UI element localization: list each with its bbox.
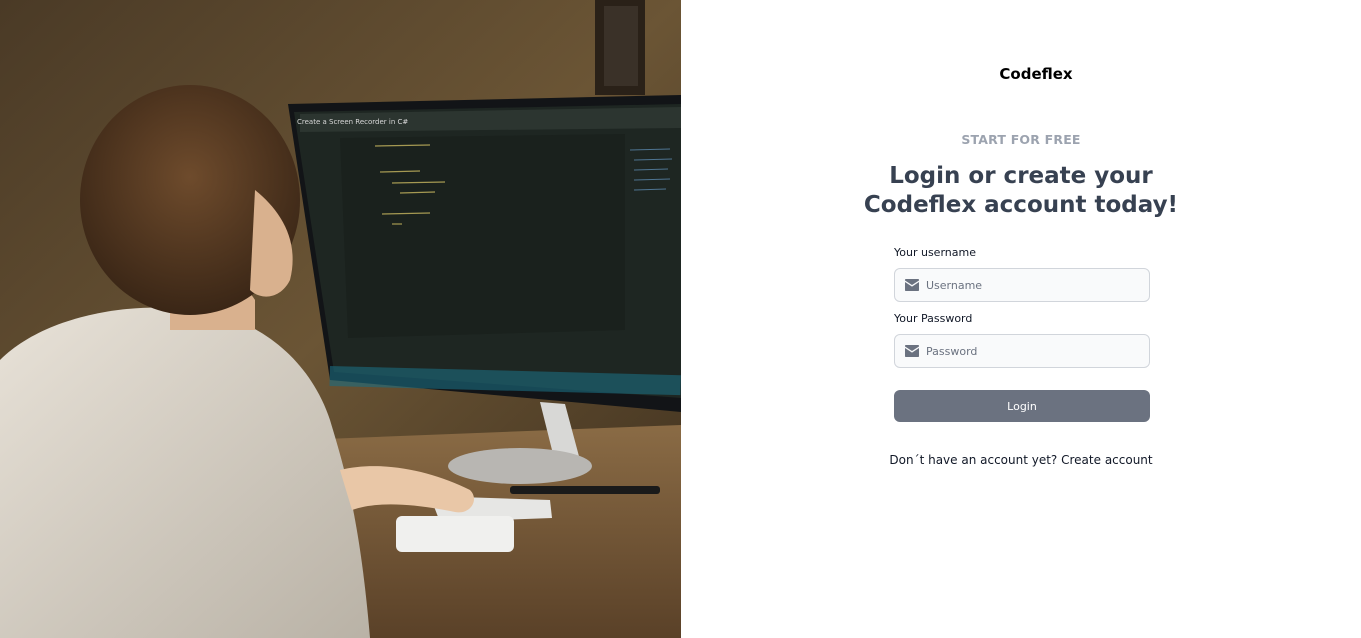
signup-prompt: Don´t have an account yet? Create accoun… xyxy=(681,453,1361,467)
password-label: Your Password xyxy=(894,312,973,325)
password-field[interactable] xyxy=(894,334,1150,368)
signup-prompt-text: Don´t have an account yet? xyxy=(889,453,1058,467)
password-input[interactable] xyxy=(926,335,1146,367)
page-title: Login or create your Codeflex account to… xyxy=(681,162,1361,220)
envelope-icon xyxy=(905,345,919,357)
username-field[interactable] xyxy=(894,268,1150,302)
username-input[interactable] xyxy=(926,269,1146,301)
login-button[interactable]: Login xyxy=(894,390,1150,422)
username-label: Your username xyxy=(894,246,976,259)
envelope-icon xyxy=(905,279,919,291)
hero-image: Create a Screen Recorder in C# xyxy=(0,0,681,638)
page-title-line-2: Codeflex account today! xyxy=(863,192,1179,218)
page-title-line-1: Login or create your xyxy=(889,163,1153,189)
brand-logo[interactable]: Codeflex xyxy=(681,65,1361,83)
create-account-link[interactable]: Create account xyxy=(1061,453,1153,467)
svg-text:Create a Screen Recorder in C#: Create a Screen Recorder in C# xyxy=(297,118,408,126)
eyebrow-text: START FOR FREE xyxy=(961,132,1081,147)
login-form: Your username Your Password xyxy=(894,246,1150,378)
auth-panel: Codeflex START FOR FREE Login or create … xyxy=(681,0,1361,638)
